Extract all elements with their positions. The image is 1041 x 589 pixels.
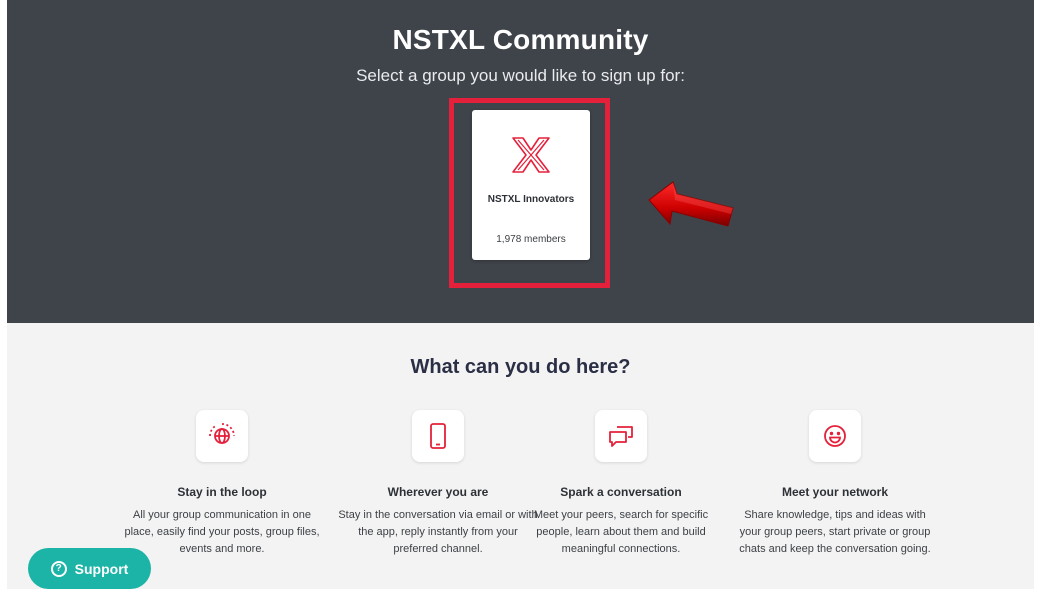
feature-title: Spark a conversation: [560, 485, 682, 499]
globe-icon: [196, 410, 248, 462]
group-card-nstxl-innovators[interactable]: NSTXL Innovators 1,978 members: [472, 110, 590, 260]
feature-wherever-you-are: Wherever you are Stay in the conversatio…: [338, 410, 538, 558]
chat-bubbles-icon: [595, 410, 647, 462]
features-heading: What can you do here?: [410, 356, 631, 378]
feature-description: Stay in the conversation via email or wi…: [338, 509, 538, 555]
group-name: NSTXL Innovators: [487, 194, 575, 205]
feature-title: Wherever you are: [387, 485, 489, 499]
feature-meet-your-network: Meet your network Share knowledge, tips …: [735, 410, 935, 558]
red-arrow-pointing-left-icon: [648, 181, 734, 227]
mobile-phone-icon: [412, 410, 464, 462]
hero-section: NSTXL Community Select a group you would…: [7, 0, 1034, 323]
question-circle-icon: ?: [50, 560, 67, 577]
page-title: NSTXL Community: [392, 24, 649, 55]
support-label: Support: [74, 560, 129, 577]
feature-spark-a-conversation: Spark a conversation Meet your peers, se…: [521, 410, 721, 558]
feature-stay-in-the-loop: Stay in the loop All your group communic…: [122, 410, 322, 558]
feature-title: Meet your network: [781, 485, 889, 499]
page-frame: NSTXL Community Select a group you would…: [7, 0, 1034, 589]
group-member-count: 1,978 members: [496, 234, 566, 245]
feature-description: Share knowledge, tips and ideas with you…: [739, 509, 931, 555]
feature-title: Stay in the loop: [177, 485, 267, 499]
feature-description: All your group communication in one plac…: [124, 509, 320, 555]
nstxl-x-logo-icon: [512, 137, 550, 173]
support-button[interactable]: ? Support: [28, 548, 151, 589]
feature-description: Meet your peers, search for specific peo…: [533, 509, 709, 555]
page-subtitle: Select a group you would like to sign up…: [356, 66, 685, 85]
smiley-face-icon: [809, 410, 861, 462]
